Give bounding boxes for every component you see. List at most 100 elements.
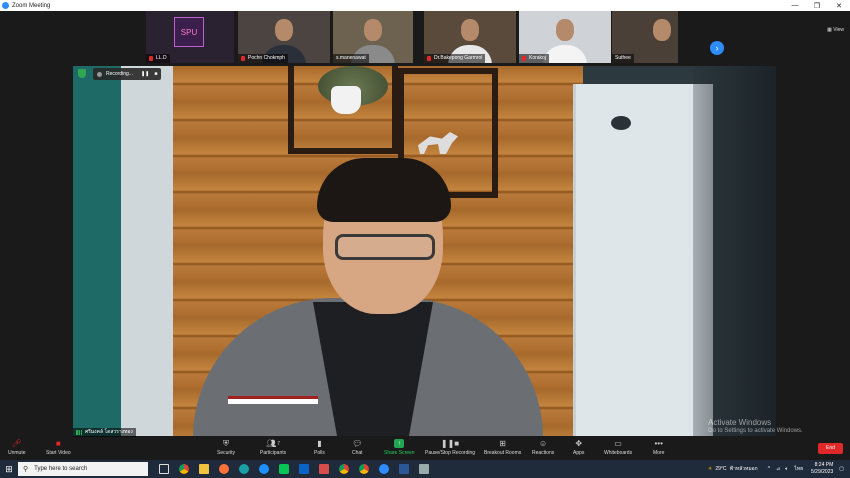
search-icon: ⚲ bbox=[23, 466, 29, 473]
files-icon[interactable] bbox=[415, 462, 433, 476]
apps-button[interactable]: ✥ Apps bbox=[573, 439, 584, 456]
breakout-rooms-icon: ⊞ bbox=[499, 439, 506, 448]
window-controls: — ❐ ✕ bbox=[784, 2, 850, 10]
weather-temp[interactable]: 29°C bbox=[715, 466, 726, 472]
volume-icon[interactable]: 🔈︎ bbox=[785, 466, 788, 472]
participant-tile[interactable]: Pochn Chokmph bbox=[238, 11, 330, 63]
dark-foreground bbox=[693, 66, 776, 436]
meeting-controls: 🎤︎ Unmute ■ Start Video ⛨ Security 👥︎ 7 P… bbox=[0, 437, 850, 460]
mail-icon[interactable] bbox=[295, 462, 313, 476]
recording-label: Recording... bbox=[106, 71, 133, 77]
polls-button[interactable]: ▮ Polls bbox=[314, 439, 325, 456]
more-dots-icon: ••• bbox=[654, 439, 663, 448]
chevron-up-icon[interactable]: ^ bbox=[768, 466, 770, 472]
participants-icon: 👥︎ 7 bbox=[266, 439, 281, 448]
door-lock bbox=[611, 116, 631, 130]
chrome-icon-2[interactable] bbox=[335, 462, 353, 476]
minimize-button[interactable]: — bbox=[784, 2, 806, 10]
taskbar-apps bbox=[154, 462, 434, 476]
maximize-button[interactable]: ❐ bbox=[806, 2, 828, 10]
edge-icon[interactable] bbox=[235, 462, 253, 476]
security-button[interactable]: ⛨ Security bbox=[217, 438, 235, 457]
participants-count: 7 bbox=[277, 440, 281, 447]
photos-icon[interactable] bbox=[315, 462, 333, 476]
recording-dot-icon bbox=[97, 71, 102, 77]
unmute-button[interactable]: 🎤︎ Unmute bbox=[8, 439, 26, 456]
signal-bars-icon bbox=[76, 430, 82, 435]
share-screen-icon: ↑ bbox=[394, 439, 405, 448]
participant-tile[interactable]: Suthee bbox=[612, 11, 678, 63]
participant-tile[interactable]: Dr.Bakepong Garmrol bbox=[424, 11, 516, 63]
ie-icon[interactable] bbox=[255, 462, 273, 476]
system-tray: ☀ 29°C ฟ้าหลัวหมอก ^ ⊿ 🔈︎ ไทย 8:24 PM 5/… bbox=[708, 462, 850, 476]
participant-tile[interactable]: SPU LL.D bbox=[146, 11, 234, 63]
zoom-icon[interactable] bbox=[375, 462, 393, 476]
window-title: Zoom Meeting bbox=[12, 2, 51, 9]
start-video-button[interactable]: ■ Start Video bbox=[46, 439, 71, 456]
network-icon[interactable]: ⊿ bbox=[776, 466, 780, 472]
participant-face bbox=[461, 19, 479, 41]
participant-body bbox=[543, 45, 587, 63]
breakout-rooms-button[interactable]: ⊞ Breakout Rooms bbox=[484, 439, 521, 456]
jacket-stripe bbox=[228, 396, 318, 404]
muted-mic-icon bbox=[522, 56, 526, 61]
file-explorer-icon[interactable] bbox=[195, 462, 213, 476]
gallery-strip: SPU LL.D Pochn Chokmph s.manenawat Dr.Ba… bbox=[0, 11, 850, 64]
reactions-button[interactable]: ☺ Reactions bbox=[532, 439, 554, 456]
muted-mic-icon bbox=[241, 56, 245, 61]
participant-tile[interactable]: Korakoj bbox=[519, 11, 611, 63]
notification-icon[interactable]: ▢ bbox=[839, 466, 844, 472]
smiley-icon: ☺ bbox=[539, 439, 548, 448]
chat-icon: 💬︎ bbox=[352, 439, 363, 448]
close-button[interactable]: ✕ bbox=[828, 2, 850, 10]
participant-face bbox=[364, 19, 382, 41]
weather-icon: ☀ bbox=[707, 466, 713, 472]
task-view-icon[interactable] bbox=[155, 462, 173, 476]
video-off-icon: ■ bbox=[55, 439, 61, 448]
participant-face bbox=[556, 19, 574, 41]
next-page-button[interactable]: › bbox=[710, 41, 724, 55]
mic-off-icon: 🎤︎ bbox=[11, 439, 22, 448]
active-speaker-video bbox=[73, 66, 776, 436]
zoom-app-icon bbox=[2, 2, 9, 9]
whiteboards-button[interactable]: ▭ Whiteboards bbox=[604, 439, 632, 456]
line-icon[interactable] bbox=[275, 462, 293, 476]
speaker-name-tag: ศรีมงคล์ โดสวรางทอง bbox=[73, 428, 136, 437]
share-screen-button[interactable]: ↑ Share Screen bbox=[384, 439, 415, 456]
firefox-icon[interactable] bbox=[215, 462, 233, 476]
recording-indicator: Recording... ❚❚ ■ bbox=[93, 68, 162, 80]
participant-tile[interactable]: s.manenawat bbox=[333, 11, 413, 63]
participant-name: Pochn Chokmph bbox=[238, 54, 288, 63]
chat-button[interactable]: 💬︎ Chat bbox=[352, 439, 363, 456]
word-icon[interactable] bbox=[395, 462, 413, 476]
spu-logo: SPU bbox=[174, 17, 204, 47]
door bbox=[573, 84, 713, 436]
windows-start-icon[interactable]: ⊞ bbox=[0, 460, 18, 478]
clock[interactable]: 8:24 PM 5/29/2023 bbox=[811, 462, 833, 476]
muted-mic-icon bbox=[427, 56, 431, 61]
pause-stop-recording-button[interactable]: ❚❚■ Pause/Stop Recording bbox=[425, 439, 475, 456]
shield-icon: ⛨ bbox=[223, 438, 230, 448]
participants-button[interactable]: 👥︎ 7 Participants bbox=[260, 439, 286, 456]
chrome-icon-3[interactable] bbox=[355, 462, 373, 476]
speaker-glasses bbox=[335, 234, 435, 260]
windows-taskbar: ⊞ ⚲ Type here to search ☀ 29°C ฟ้าหลัวหม… bbox=[0, 460, 850, 478]
participant-name: Dr.Bakepong Garmrol bbox=[424, 54, 486, 63]
muted-mic-icon bbox=[149, 56, 153, 61]
apps-icon: ✥ bbox=[575, 439, 583, 448]
participant-name: Korakoj bbox=[519, 54, 549, 63]
participant-face bbox=[275, 19, 293, 41]
taskbar-search-input[interactable]: ⚲ Type here to search bbox=[18, 462, 148, 476]
whiteboard-icon: ▭ bbox=[614, 439, 622, 448]
pause-stop-icon: ❚❚■ bbox=[440, 439, 460, 448]
participant-face bbox=[652, 19, 671, 41]
pause-recording-icon[interactable]: ❚❚ bbox=[141, 71, 149, 77]
end-meeting-button[interactable]: End bbox=[818, 443, 843, 454]
security-shield-icon[interactable] bbox=[78, 69, 86, 78]
view-button[interactable]: ▦ View bbox=[827, 27, 844, 33]
chrome-icon[interactable] bbox=[175, 462, 193, 476]
stop-recording-icon[interactable]: ■ bbox=[154, 71, 157, 77]
more-button[interactable]: ••• More bbox=[653, 439, 664, 456]
panda-pot bbox=[331, 86, 361, 114]
language-indicator[interactable]: ไทย bbox=[794, 465, 803, 473]
